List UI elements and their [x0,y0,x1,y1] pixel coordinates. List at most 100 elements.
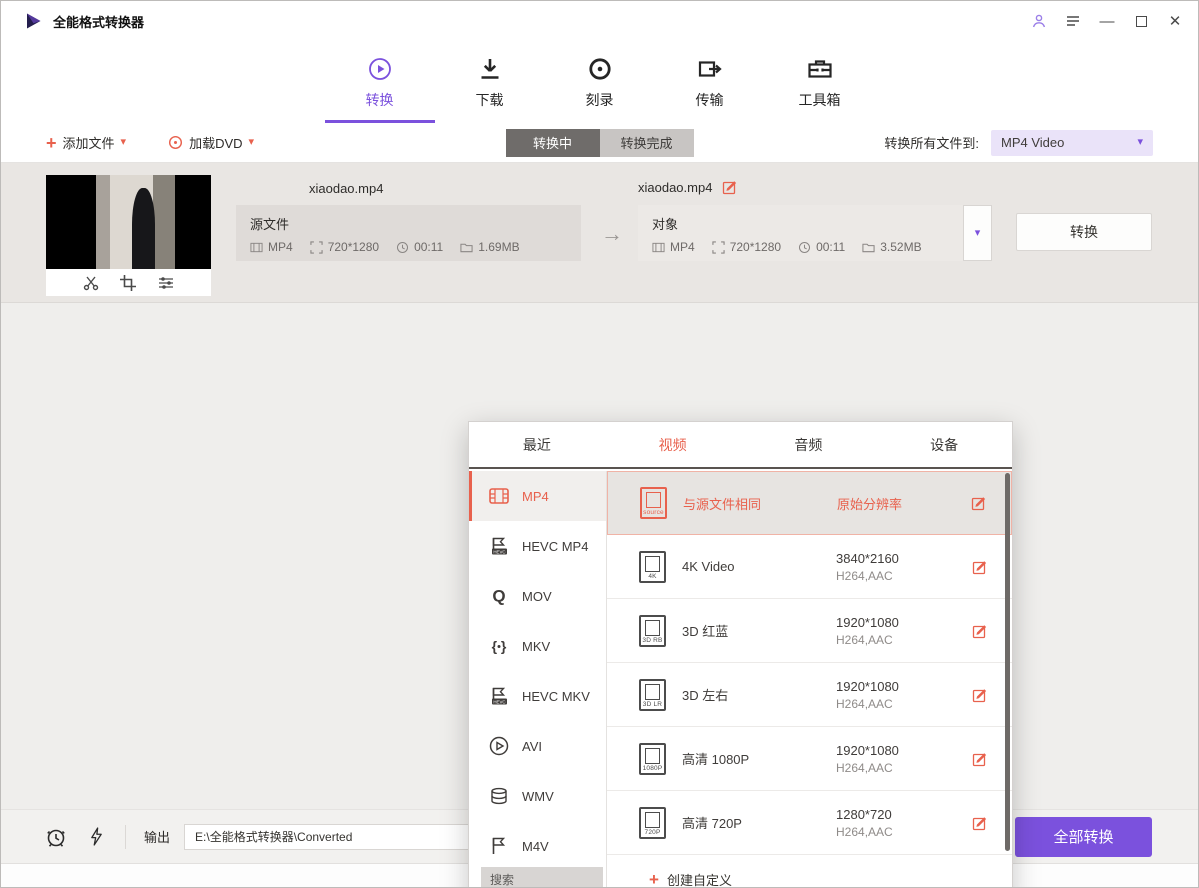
format-item-mp4[interactable]: MP4 [469,471,606,521]
nav-label: 转换 [366,90,394,110]
sub-toolbar: + 添加文件 ▾ 加载DVD ▾ 转换中 转换完成 转换所有文件到: MP4 V… [1,123,1198,163]
preset-file-icon: 720P [639,807,666,839]
edit-preset-icon[interactable] [972,751,988,767]
circle-play-icon [487,734,511,758]
trim-icon[interactable] [82,274,100,292]
target-info-panel: 对象 MP4 720*1280 00:11 [638,205,963,261]
load-dvd-label: 加载DVD [189,133,242,152]
tab-converted[interactable]: 转换完成 [600,129,694,157]
source-info-panel: 源文件 MP4 720*1280 00:11 [236,205,581,261]
output-format-value: MP4 Video [1001,135,1064,150]
format-label: MP4 [522,489,549,504]
crop-icon[interactable] [119,274,137,292]
tab-converting[interactable]: 转换中 [506,129,600,157]
preset-3d-red-blue[interactable]: 3D RB 3D 红蓝 1920*1080 H264,AAC [607,599,1012,663]
format-item-hevc-mkv[interactable]: HEVC HEVC MKV [469,671,606,721]
load-dvd-button[interactable]: 加载DVD ▾ [168,133,254,152]
thumbnail-figure [132,188,155,269]
popup-tab-recent[interactable]: 最近 [469,422,605,467]
preset-file-icon: 3D RB [639,615,666,647]
output-format-select[interactable]: MP4 Video ▾ [991,130,1153,156]
account-icon[interactable] [1030,12,1048,30]
close-button[interactable]: ✕ [1166,12,1184,30]
window-controls: — ✕ [1030,12,1184,30]
convert-all-button[interactable]: 全部转换 [1015,817,1152,857]
edit-preset-icon[interactable] [971,495,987,511]
maximize-button[interactable] [1132,12,1150,30]
video-thumbnail[interactable] [46,175,211,269]
format-search-input[interactable] [481,867,603,888]
effects-icon[interactable] [157,274,175,292]
mp4-film-icon [487,484,511,508]
download-icon [476,55,504,83]
nav-tab-burn[interactable]: 刻录 [545,41,655,123]
format-item-avi[interactable]: AVI [469,721,606,771]
edit-preset-icon[interactable] [972,815,988,831]
performance-icon[interactable] [85,826,107,848]
preset-3d-left-right[interactable]: 3D LR 3D 左右 1920*1080 H264,AAC [607,663,1012,727]
create-custom-button[interactable]: + 创建自定义 [649,870,732,888]
nav-tab-download[interactable]: 下载 [435,41,545,123]
folder-icon [460,241,473,254]
film-frame [645,684,660,700]
nav-tab-transfer[interactable]: 传输 [655,41,765,123]
source-file-name: xiaodao.mp4 [309,181,383,196]
plus-icon: + [46,134,57,152]
popup-tab-video[interactable]: 视频 [605,422,741,467]
format-label: MOV [522,589,552,604]
target-size: 3.52MB [862,240,921,254]
folder-icon [862,241,875,254]
preset-hd-720p[interactable]: 720P 高清 720P 1280*720 H264,AAC [607,791,1012,855]
preset-name: 3D 红蓝 [682,621,820,640]
resolution-icon [310,241,323,254]
target-format-dropdown-button[interactable]: ▾ [963,205,992,261]
preset-same-as-source[interactable]: source 与源文件相同 原始分辨率 [607,471,1012,535]
braces-icon: { } [487,634,511,658]
format-item-mkv[interactable]: { } MKV [469,621,606,671]
target-info-row: MP4 720*1280 00:11 3.52MB [652,240,949,254]
main-nav: 转换 下载 刻录 传输 [1,41,1198,123]
titlebar: 全能格式转换器 — ✕ [1,1,1198,41]
popup-tab-audio[interactable]: 音频 [741,422,877,467]
nav-tab-toolbox[interactable]: 工具箱 [765,41,875,123]
film-frame [645,620,660,636]
scrollbar[interactable] [1005,473,1010,851]
edit-preset-icon[interactable] [972,687,988,703]
plus-icon: + [649,871,659,888]
nav-tab-convert[interactable]: 转换 [325,41,435,123]
format-item-mov[interactable]: Q MOV [469,571,606,621]
target-duration: 00:11 [798,240,845,254]
preset-name: 高清 1080P [682,749,820,768]
convert-button[interactable]: 转换 [1016,213,1152,251]
hevc-flag-icon: HEVC [487,684,511,708]
preset-codec: H264,AAC [836,825,954,839]
format-item-wmv[interactable]: WMV [469,771,606,821]
edit-preset-icon[interactable] [972,559,988,575]
popup-tab-device[interactable]: 设备 [876,422,1012,467]
minimize-button[interactable]: — [1098,12,1116,30]
menu-icon[interactable] [1064,12,1082,30]
format-label: MKV [522,639,550,654]
format-item-hevc-mp4[interactable]: HEVC HEVC MP4 [469,521,606,571]
preset-file-icon: source [640,487,667,519]
chevron-down-icon: ▾ [249,137,255,148]
preset-4k[interactable]: 4K 4K Video 3840*2160 H264,AAC [607,535,1012,599]
arrow-right-icon: → [601,221,623,247]
schedule-icon[interactable] [45,826,67,848]
app-window: 全能格式转换器 — ✕ 转换 [0,0,1199,888]
add-files-button[interactable]: + 添加文件 ▾ [46,133,126,152]
preset-badge: source [642,508,665,517]
rename-icon[interactable] [722,179,738,195]
preset-badge: 4K [641,572,664,581]
format-item-m4v[interactable]: M4V [469,821,606,859]
preset-file-icon: 4K [639,551,666,583]
format-label: WMV [522,789,554,804]
edit-preset-icon[interactable] [972,623,988,639]
preset-codec: H264,AAC [836,697,954,711]
source-size: 1.69MB [460,240,519,254]
film-icon [250,241,263,254]
preset-hd-1080p[interactable]: 1080P 高清 1080P 1920*1080 H264,AAC [607,727,1012,791]
svg-text:Q: Q [492,587,505,606]
target-name-wrap: xiaodao.mp4 [638,179,738,195]
preset-specs: 1920*1080 H264,AAC [836,615,954,647]
